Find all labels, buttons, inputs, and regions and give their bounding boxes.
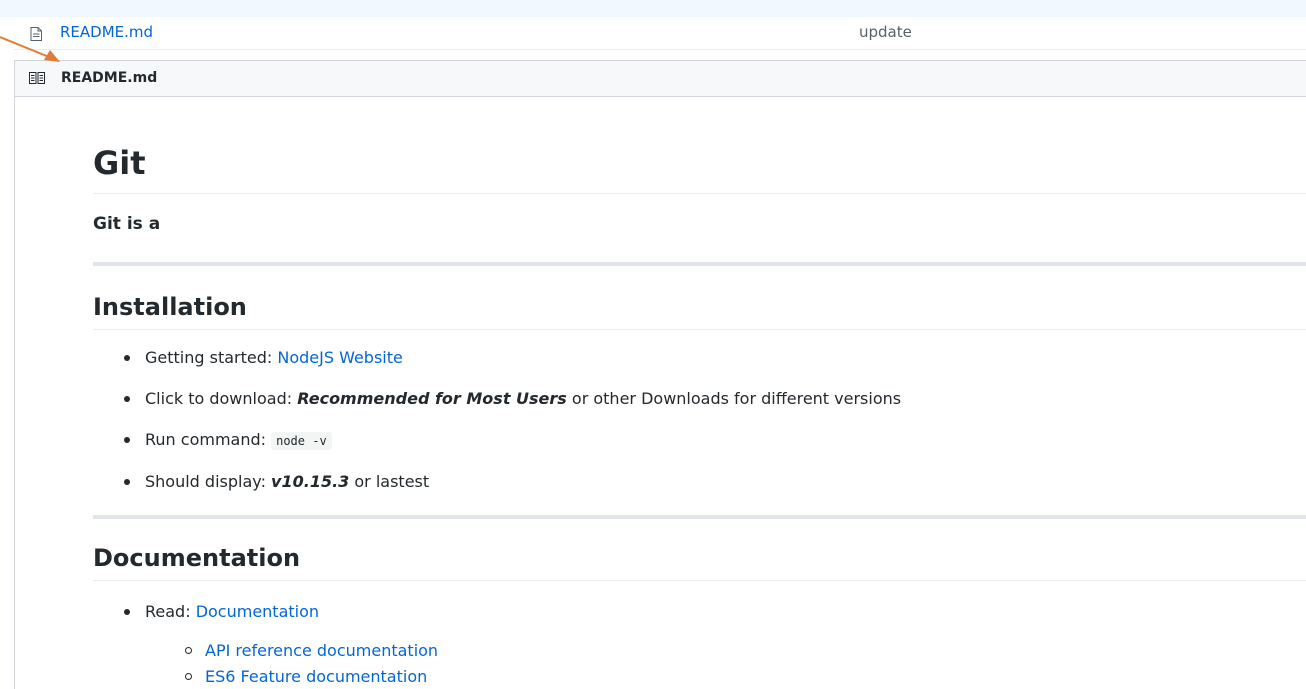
installation-list: Getting started: NodeJS Website Click to… [93, 347, 901, 493]
es6-feature-link[interactable]: ES6 Feature documentation [205, 667, 427, 686]
list-item: ES6 Feature documentation [145, 666, 438, 688]
file-row-readme[interactable]: README.md update [14, 17, 1306, 50]
file-list-header-band [0, 0, 1306, 17]
inline-code: node -v [271, 432, 332, 450]
file-link-readme[interactable]: README.md [60, 23, 153, 41]
list-item: API reference documentation [145, 640, 438, 662]
commit-message[interactable]: update [859, 23, 912, 41]
heading-documentation: Documentation [93, 542, 1306, 581]
section-divider [93, 262, 1306, 266]
documentation-list: Read: Documentation API reference docume… [93, 601, 438, 688]
readme-title: README.md [61, 70, 158, 86]
recommended-text: Recommended for Most Users [297, 389, 567, 408]
book-icon [29, 72, 45, 84]
list-item: Run command: node -v [93, 429, 901, 452]
intro-text: Git is a [93, 214, 161, 234]
list-item: Should display: v10.15.3 or lastest [93, 471, 901, 493]
documentation-link[interactable]: Documentation [196, 602, 319, 621]
list-item: Click to download: Recommended for Most … [93, 388, 901, 410]
list-item: Getting started: NodeJS Website [93, 347, 901, 369]
version-text: v10.15.3 [271, 472, 350, 491]
heading-installation: Installation [93, 291, 1306, 330]
list-item: Read: Documentation API reference docume… [93, 601, 438, 688]
documentation-sublist: API reference documentation ES6 Feature … [145, 640, 438, 688]
heading-git: Git [93, 143, 1306, 194]
file-text-icon [30, 27, 42, 41]
readme-header: README.md [15, 61, 1306, 97]
readme-panel: README.md Git Git is a Installation Gett… [14, 60, 1306, 689]
nodejs-website-link[interactable]: NodeJS Website [277, 348, 403, 367]
section-divider [93, 515, 1306, 519]
api-reference-link[interactable]: API reference documentation [205, 641, 438, 660]
